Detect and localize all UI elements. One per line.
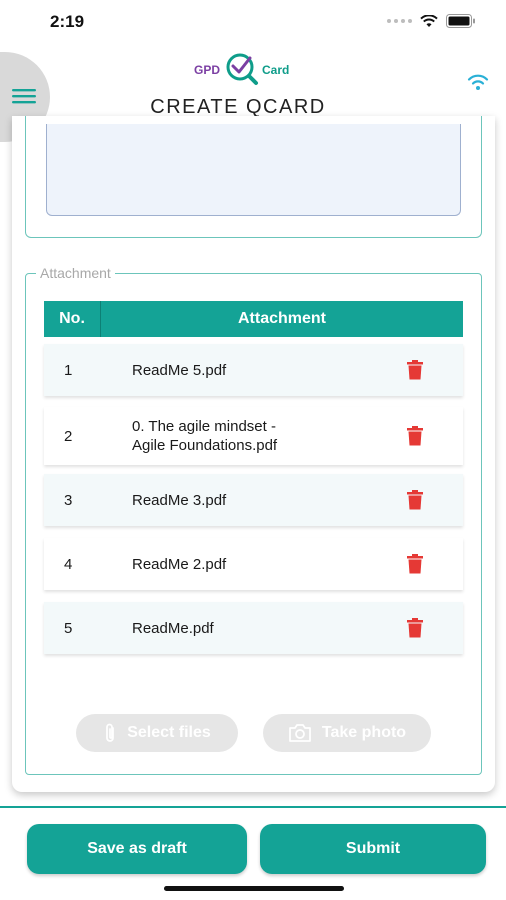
row-filename: 0. The agile mindset - Agile Foundations… <box>94 417 354 455</box>
attachment-row: 4 ReadMe 2.pdf <box>44 538 463 590</box>
take-photo-button[interactable]: Take photo <box>263 714 431 752</box>
delete-button[interactable] <box>405 425 425 447</box>
filename-line: ReadMe.pdf <box>132 619 214 637</box>
status-bar: 2:19 <box>0 0 506 44</box>
delete-button[interactable] <box>405 489 425 511</box>
footer-divider <box>0 806 506 808</box>
filename-line: Agile Foundations.pdf <box>132 437 278 454</box>
home-indicator <box>164 886 344 891</box>
trash-icon[interactable] <box>406 360 424 380</box>
take-photo-label: Take photo <box>321 724 407 741</box>
row-number: 2 <box>64 427 73 445</box>
filename-line: 0. The agile mindset - <box>132 418 276 435</box>
paperclip-icon <box>106 723 115 742</box>
app-logo: GPD Card <box>190 52 300 88</box>
attachment-row: 2 0. The agile mindset - Agile Foundatio… <box>44 407 463 465</box>
delete-button[interactable] <box>405 359 425 381</box>
attachment-row: 5 ReadMe.pdf <box>44 602 463 654</box>
trash-icon[interactable] <box>406 618 424 638</box>
description-section <box>25 116 482 238</box>
delete-button[interactable] <box>405 617 425 639</box>
attachment-table-header: No. Attachment <box>44 301 463 337</box>
attachment-legend: Attachment <box>36 265 115 281</box>
trash-icon[interactable] <box>406 554 424 574</box>
status-time: 2:19 <box>50 12 85 31</box>
magnifier-check-icon <box>226 53 258 85</box>
row-filename: ReadMe 5.pdf <box>94 361 354 380</box>
row-filename: ReadMe.pdf <box>94 619 354 638</box>
row-number: 3 <box>64 491 73 509</box>
row-filename: ReadMe 2.pdf <box>94 555 354 574</box>
select-files-button[interactable]: Select files <box>76 714 238 752</box>
attachment-row: 3 ReadMe 3.pdf <box>44 474 463 526</box>
logo-text-card: Card <box>262 63 290 77</box>
logo-text-gpd: GPD <box>194 63 221 77</box>
camera-icon <box>289 724 311 742</box>
cellular-signal-icon <box>387 19 412 23</box>
submit-button[interactable]: Submit <box>260 824 486 874</box>
wifi-status-icon <box>420 14 438 27</box>
status-icons <box>387 14 476 28</box>
filename-line: ReadMe 3.pdf <box>132 491 227 509</box>
filename-line: ReadMe 2.pdf <box>132 555 227 573</box>
delete-button[interactable] <box>405 553 425 575</box>
wifi-icon[interactable] <box>466 72 490 90</box>
trash-icon[interactable] <box>406 490 424 510</box>
column-header-attachment: Attachment <box>237 310 326 327</box>
qcard-form-card: Attachment No. Attachment 1 ReadMe 5.pdf… <box>12 116 495 792</box>
column-header-no: No. <box>44 301 101 337</box>
row-number: 5 <box>64 619 73 637</box>
description-textarea[interactable] <box>46 124 461 216</box>
row-number: 1 <box>64 361 73 379</box>
attachment-row: 1 ReadMe 5.pdf <box>44 344 463 396</box>
attachment-section: Attachment No. Attachment 1 ReadMe 5.pdf… <box>25 265 482 775</box>
select-files-label: Select files <box>127 724 211 741</box>
row-number: 4 <box>64 555 73 573</box>
filename-line: ReadMe 5.pdf <box>132 361 227 379</box>
save-as-draft-button[interactable]: Save as draft <box>27 824 247 874</box>
row-filename: ReadMe 3.pdf <box>94 491 354 510</box>
battery-icon <box>446 14 475 28</box>
trash-icon[interactable] <box>406 426 424 446</box>
